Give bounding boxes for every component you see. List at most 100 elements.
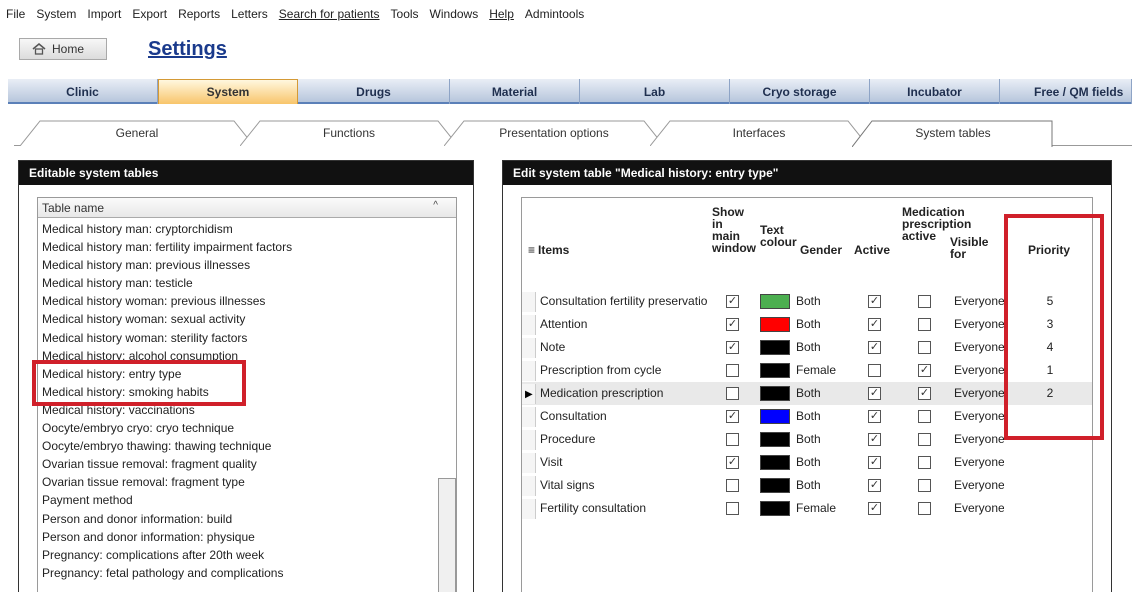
show-main-window-checkbox[interactable]	[726, 387, 739, 400]
visible-for-cell[interactable]: Everyone	[954, 455, 1004, 469]
list-item[interactable]: Medical history woman: previous illnesse…	[42, 292, 456, 310]
medication-prescription-checkbox[interactable]	[918, 479, 931, 492]
gender-cell[interactable]: Both	[796, 340, 846, 354]
table-row[interactable]: Visit ✓ Both ✓ Everyone	[522, 451, 1092, 474]
visible-for-cell[interactable]: Everyone	[954, 478, 1004, 492]
subtab-interfaces[interactable]: Interfaces	[650, 120, 868, 146]
show-main-window-checkbox[interactable]: ✓	[726, 341, 739, 354]
list-item[interactable]: Person and donor information: physique	[42, 528, 456, 546]
item-name-cell[interactable]: Attention	[540, 317, 708, 331]
text-colour-swatch[interactable]	[760, 386, 790, 401]
visible-for-cell[interactable]: Everyone	[954, 386, 1004, 400]
tab-drugs[interactable]: Drugs	[298, 79, 450, 104]
list-item[interactable]: Medical history woman: sexual activity	[42, 310, 456, 328]
table-name-header[interactable]: Table name ^	[38, 198, 456, 218]
visible-for-cell[interactable]: Everyone	[954, 317, 1004, 331]
active-checkbox[interactable]: ✓	[868, 502, 881, 515]
tab-incubator[interactable]: Incubator	[870, 79, 1000, 104]
active-checkbox[interactable]: ✓	[868, 456, 881, 469]
show-main-window-checkbox[interactable]	[726, 502, 739, 515]
row-selector[interactable]: ▶	[522, 384, 536, 404]
header-text-colour[interactable]: Text colour	[760, 224, 797, 248]
text-colour-swatch[interactable]	[760, 478, 790, 493]
show-main-window-checkbox[interactable]	[726, 479, 739, 492]
list-item[interactable]: Medical history man: fertility impairmen…	[42, 238, 456, 256]
item-name-cell[interactable]: Vital signs	[540, 478, 708, 492]
row-selector[interactable]	[522, 292, 536, 312]
item-name-cell[interactable]: Prescription from cycle	[540, 363, 708, 377]
gender-cell[interactable]: Both	[796, 409, 846, 423]
item-name-cell[interactable]: Consultation	[540, 409, 708, 423]
list-item[interactable]: Ovarian tissue removal: fragment type	[42, 473, 456, 491]
header-medication-prescription-active[interactable]: Medication prescription active	[902, 206, 971, 242]
row-selector[interactable]	[522, 453, 536, 473]
row-selector[interactable]	[522, 499, 536, 519]
text-colour-swatch[interactable]	[760, 455, 790, 470]
visible-for-cell[interactable]: Everyone	[954, 432, 1004, 446]
item-name-cell[interactable]: Consultation fertility preservation	[540, 294, 708, 308]
menu-windows[interactable]: Windows	[430, 7, 479, 21]
list-item[interactable]: Medical history man: cryptorchidism	[42, 220, 456, 238]
row-selector[interactable]	[522, 407, 536, 427]
medication-prescription-checkbox[interactable]	[918, 295, 931, 308]
menu-search-patients[interactable]: Search for patients	[279, 7, 380, 21]
table-row[interactable]: Vital signs Both ✓ Everyone	[522, 474, 1092, 497]
text-colour-swatch[interactable]	[760, 340, 790, 355]
active-checkbox[interactable]: ✓	[868, 387, 881, 400]
medication-prescription-checkbox[interactable]: ✓	[918, 364, 931, 377]
header-active[interactable]: Active	[854, 244, 890, 256]
scrollbar-thumb[interactable]	[438, 478, 456, 592]
active-checkbox[interactable]: ✓	[868, 318, 881, 331]
gender-cell[interactable]: Both	[796, 432, 846, 446]
active-checkbox[interactable]: ✓	[868, 433, 881, 446]
tab-material[interactable]: Material	[450, 79, 580, 104]
menu-import[interactable]: Import	[87, 7, 121, 21]
visible-for-cell[interactable]: Everyone	[954, 340, 1004, 354]
row-selector[interactable]	[522, 315, 536, 335]
gender-cell[interactable]: Female	[796, 363, 846, 377]
item-name-cell[interactable]: Procedure	[540, 432, 708, 446]
active-checkbox[interactable]	[868, 364, 881, 377]
list-item[interactable]: Pregnancy: complications after 20th week	[42, 546, 456, 564]
menu-system[interactable]: System	[36, 7, 76, 21]
active-checkbox[interactable]: ✓	[868, 295, 881, 308]
show-main-window-checkbox[interactable]: ✓	[726, 318, 739, 331]
visible-for-cell[interactable]: Everyone	[954, 501, 1004, 515]
item-name-cell[interactable]: Visit	[540, 455, 708, 469]
active-checkbox[interactable]: ✓	[868, 410, 881, 423]
item-name-cell[interactable]: Medication prescription	[540, 386, 708, 400]
list-item[interactable]: Medical history man: previous illnesses	[42, 256, 456, 274]
list-item[interactable]: Person and donor information: build	[42, 510, 456, 528]
row-selector[interactable]	[522, 338, 536, 358]
tab-cryo-storage[interactable]: Cryo storage	[730, 79, 870, 104]
list-item[interactable]: Medical history man: testicle	[42, 274, 456, 292]
menu-export[interactable]: Export	[132, 7, 167, 21]
list-item[interactable]: Oocyte/embryo thawing: thawing technique	[42, 437, 456, 455]
header-show-main-window[interactable]: Show in main window	[712, 206, 756, 254]
header-visible-for[interactable]: Visible for	[950, 236, 998, 260]
show-main-window-checkbox[interactable]	[726, 433, 739, 446]
gender-cell[interactable]: Both	[796, 294, 846, 308]
menu-file[interactable]: File	[6, 7, 25, 21]
tab-free-qm-fields[interactable]: Free / QM fields	[1000, 79, 1132, 104]
show-main-window-checkbox[interactable]: ✓	[726, 410, 739, 423]
home-button[interactable]: Home	[19, 38, 107, 60]
text-colour-swatch[interactable]	[760, 317, 790, 332]
header-gender[interactable]: Gender	[800, 244, 842, 256]
medication-prescription-checkbox[interactable]	[918, 341, 931, 354]
gender-cell[interactable]: Both	[796, 455, 846, 469]
column-chooser-icon[interactable]: ≡	[528, 244, 535, 256]
text-colour-swatch[interactable]	[760, 363, 790, 378]
tab-system[interactable]: System	[158, 79, 298, 104]
text-colour-swatch[interactable]	[760, 409, 790, 424]
medication-prescription-checkbox[interactable]	[918, 456, 931, 469]
gender-cell[interactable]: Both	[796, 386, 846, 400]
list-item[interactable]: Medical history woman: sterility factors	[42, 329, 456, 347]
item-name-cell[interactable]: Fertility consultation	[540, 501, 708, 515]
visible-for-cell[interactable]: Everyone	[954, 294, 1004, 308]
subtab-functions[interactable]: Functions	[240, 120, 458, 146]
visible-for-cell[interactable]: Everyone	[954, 409, 1004, 423]
medication-prescription-checkbox[interactable]	[918, 433, 931, 446]
text-colour-swatch[interactable]	[760, 501, 790, 516]
menu-letters[interactable]: Letters	[231, 7, 268, 21]
